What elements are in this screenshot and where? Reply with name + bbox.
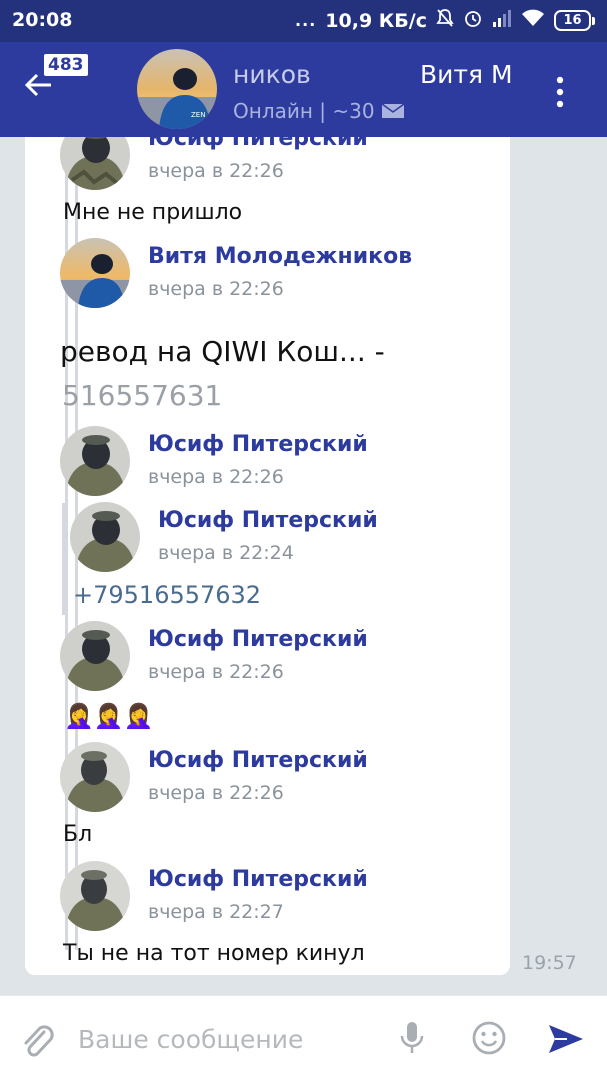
svg-text:ZEN: ZEN <box>191 111 205 119</box>
message-date: вчера в 22:24 <box>158 542 294 564</box>
online-status: Онлайн | ~30 <box>233 99 375 123</box>
sender-avatar <box>60 742 130 812</box>
message-date: вчера в 22:26 <box>148 782 284 804</box>
message-date: вчера в 22:26 <box>148 466 284 488</box>
send-button[interactable] <box>547 1023 585 1059</box>
chat-avatar[interactable]: ZEN <box>137 49 217 129</box>
message-date: вчера в 22:26 <box>148 278 284 300</box>
chat-title-scrolling: Витя М <box>420 60 513 89</box>
sender-name: Юсиф Питерский <box>148 137 368 151</box>
sender-name: Юсиф Питерский <box>148 627 368 652</box>
message-time: 19:57 <box>522 952 577 974</box>
chat-area[interactable]: Юсиф Питерский вчера в 22:26 Мне не приш… <box>0 137 607 995</box>
attach-button[interactable] <box>20 1022 56 1064</box>
emoji-line: 🤦‍♀️🤦‍♀️🤦‍♀️ <box>64 702 154 730</box>
paperclip-icon <box>24 1025 54 1057</box>
sender-name: Юсиф Питерский <box>148 748 368 773</box>
status-bar: 20:08 ... 10,9 КБ/с 16 <box>0 0 607 42</box>
message-text: Бл <box>63 822 93 847</box>
sender-avatar <box>60 861 130 931</box>
message-date: вчера в 22:26 <box>148 160 284 182</box>
more-notifications-icon: ... <box>295 11 317 30</box>
sender-avatar <box>60 426 130 496</box>
message-date: вчера в 22:27 <box>148 901 284 923</box>
status-icons: ... 10,9 КБ/с 16 <box>295 8 595 33</box>
more-vert-icon <box>556 76 564 108</box>
chat-status: Онлайн | ~30 <box>233 99 405 123</box>
send-icon <box>549 1025 583 1053</box>
alarm-icon <box>463 8 483 33</box>
back-button[interactable] <box>24 70 74 110</box>
chat-title: ников <box>233 60 311 89</box>
message-text: Мне не пришло <box>63 200 243 225</box>
battery-level: 16 <box>554 10 591 31</box>
message-text: Ты не на тот номер кинул <box>63 941 365 966</box>
wifi-icon <box>521 9 545 32</box>
app-bar: 483 ZEN ников Витя М Онлайн | ~30 <box>0 42 607 137</box>
qiwi-number-text: 516557631 <box>62 379 223 412</box>
sender-name: Юсиф Питерский <box>148 432 368 457</box>
mail-icon <box>381 103 405 118</box>
smiley-icon <box>472 1021 506 1055</box>
unread-badge: 483 <box>44 54 88 76</box>
sender-name: Витя Молодежников <box>148 244 413 269</box>
sender-avatar <box>70 502 140 572</box>
mute-icon <box>436 8 454 33</box>
sender-avatar <box>60 238 130 308</box>
message-date: вчера в 22:26 <box>148 661 284 683</box>
sender-avatar <box>60 621 130 691</box>
network-speed: 10,9 КБ/с <box>325 9 427 32</box>
qiwi-transfer-text: ревод на QIWI Кош... - <box>60 335 385 368</box>
composer-bar <box>0 995 607 1080</box>
voice-button[interactable] <box>398 1020 426 1060</box>
status-time: 20:08 <box>12 9 73 31</box>
sender-name: Юсиф Питерский <box>158 508 378 533</box>
emoji-button[interactable] <box>471 1020 507 1060</box>
overflow-menu-button[interactable] <box>548 74 572 110</box>
sender-name: Юсиф Питерский <box>148 867 368 892</box>
phone-link[interactable]: +79516557632 <box>73 581 261 609</box>
signal-icon <box>492 9 512 32</box>
microphone-icon <box>400 1022 424 1053</box>
battery-icon: 16 <box>554 10 595 31</box>
nested-forward-bar <box>62 503 65 615</box>
message-input[interactable] <box>78 1018 378 1060</box>
